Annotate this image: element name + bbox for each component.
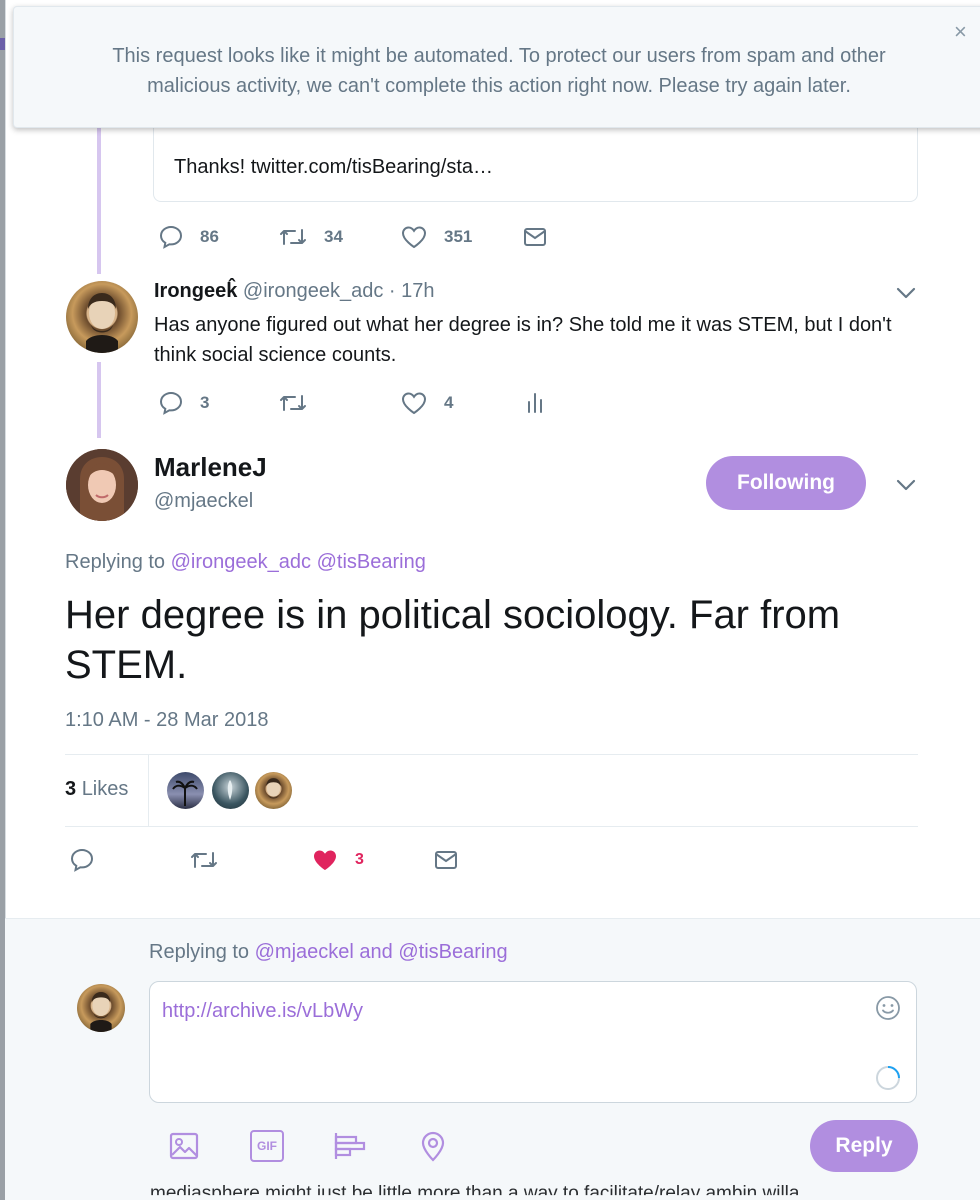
thread-line — [97, 362, 101, 438]
liker-avatar[interactable] — [255, 772, 292, 809]
like-button[interactable]: 3 — [311, 847, 433, 873]
user-name[interactable]: Irongeek̂ — [154, 280, 237, 302]
spinner-icon — [876, 1066, 900, 1090]
replying-to: Replying to @irongeek_adc @tisBearing — [65, 551, 426, 574]
gif-button[interactable]: GIF — [250, 1130, 284, 1162]
like-button[interactable]: 4 — [400, 390, 522, 416]
my-avatar[interactable] — [77, 984, 125, 1032]
reply-count: 86 — [200, 227, 219, 246]
thread-line — [97, 128, 101, 274]
mention-link[interactable]: @tisBearing — [317, 551, 426, 573]
replying-prefix: Replying to — [65, 551, 166, 573]
mention-link[interactable]: @tisBearing — [398, 941, 507, 963]
liker-avatar[interactable] — [212, 772, 249, 809]
joiner-text[interactable]: and — [359, 941, 392, 963]
reply-icon — [159, 225, 183, 249]
analytics-button[interactable] — [522, 390, 548, 416]
likes-word: Likes — [81, 778, 129, 800]
tweet-actions: 86 34 351 — [158, 224, 548, 250]
palm-tree-image — [172, 780, 198, 806]
retweet-button[interactable]: 34 — [278, 224, 400, 250]
retweet-button[interactable] — [278, 390, 400, 416]
replying-prefix: Replying to — [149, 941, 250, 963]
tweet-text: Has anyone figured out what her degree i… — [154, 314, 892, 366]
avatar[interactable] — [66, 449, 138, 521]
gif-icon: GIF — [257, 1139, 277, 1153]
chevron-down-icon[interactable] — [894, 284, 918, 302]
message-icon — [524, 228, 546, 246]
user-handle[interactable]: @irongeek_adc — [243, 280, 383, 302]
reply-text: http://archive.is/vLbWy — [162, 1000, 364, 1022]
retweet-button[interactable] — [189, 847, 311, 873]
like-icon — [314, 850, 336, 870]
analytics-icon — [528, 393, 542, 413]
like-count: 351 — [444, 227, 473, 246]
avatar-face — [66, 449, 138, 521]
image-icon[interactable] — [168, 1130, 200, 1162]
retweet-count: 34 — [324, 227, 343, 246]
direct-message-button[interactable] — [522, 224, 548, 250]
retweet-icon — [280, 395, 306, 411]
divider — [65, 754, 918, 755]
avatar-face — [86, 293, 118, 353]
tweet-timestamp[interactable]: 1:10 AM - 28 Mar 2018 — [65, 709, 268, 732]
like-count: 4 — [444, 393, 454, 412]
message-icon — [435, 851, 457, 869]
tweet-time[interactable]: 17h — [401, 280, 434, 302]
emoji-icon[interactable] — [874, 994, 902, 1022]
alert-message: This request looks like it might be auto… — [112, 45, 886, 97]
reply-icon — [159, 391, 183, 415]
divider — [148, 754, 149, 827]
author-handle[interactable]: @mjaeckel — [154, 490, 253, 513]
tweet-actions: 3 4 — [158, 390, 548, 416]
close-icon[interactable]: × — [954, 21, 967, 43]
liker-avatar[interactable] — [167, 772, 204, 809]
avatar[interactable] — [66, 281, 138, 353]
rocket-image — [227, 780, 233, 800]
separator: · — [388, 280, 396, 302]
avatar-face — [90, 992, 112, 1032]
like-button[interactable]: 351 — [400, 224, 522, 250]
reply-button[interactable]: 86 — [158, 224, 278, 250]
reply-button[interactable]: 3 — [158, 390, 278, 416]
location-icon[interactable] — [418, 1130, 448, 1162]
like-count: 3 — [355, 851, 364, 868]
reply-button[interactable]: Reply — [810, 1120, 918, 1172]
quoted-tweet-text: Thanks! twitter.com/tisBearing/sta… — [174, 156, 494, 178]
reply-textbox[interactable]: http://archive.is/vLbWy — [149, 981, 917, 1103]
tweet-header: Irongeek̂ @irongeek_adc · 17h — [154, 280, 434, 303]
composer-replying-to: Replying to @mjaeckel and @tisBearing — [149, 941, 508, 964]
chevron-down-icon[interactable] — [894, 476, 918, 494]
likes-count-link[interactable]: 3 Likes — [65, 778, 128, 801]
mention-link[interactable]: @mjaeckel — [255, 941, 354, 963]
like-icon — [401, 392, 427, 415]
divider — [65, 826, 918, 827]
reply-button[interactable] — [69, 847, 189, 873]
reply-icon — [70, 848, 94, 872]
main-tweet-text: Her degree is in political sociology. Fa… — [65, 593, 841, 687]
likes-number: 3 — [65, 778, 77, 800]
mention-link[interactable]: @irongeek_adc — [171, 551, 311, 573]
tweet-actions: 3 — [69, 847, 459, 873]
error-alert: This request looks like it might be auto… — [13, 6, 980, 128]
like-icon — [401, 226, 427, 249]
retweet-icon — [191, 852, 217, 868]
author-name[interactable]: MarleneJ — [154, 452, 267, 483]
following-button[interactable]: Following — [706, 456, 866, 510]
reply-count: 3 — [200, 393, 210, 412]
direct-message-button[interactable] — [433, 847, 459, 873]
avatar-face — [266, 778, 281, 799]
poll-icon[interactable] — [332, 1130, 366, 1162]
retweet-icon — [280, 229, 306, 245]
